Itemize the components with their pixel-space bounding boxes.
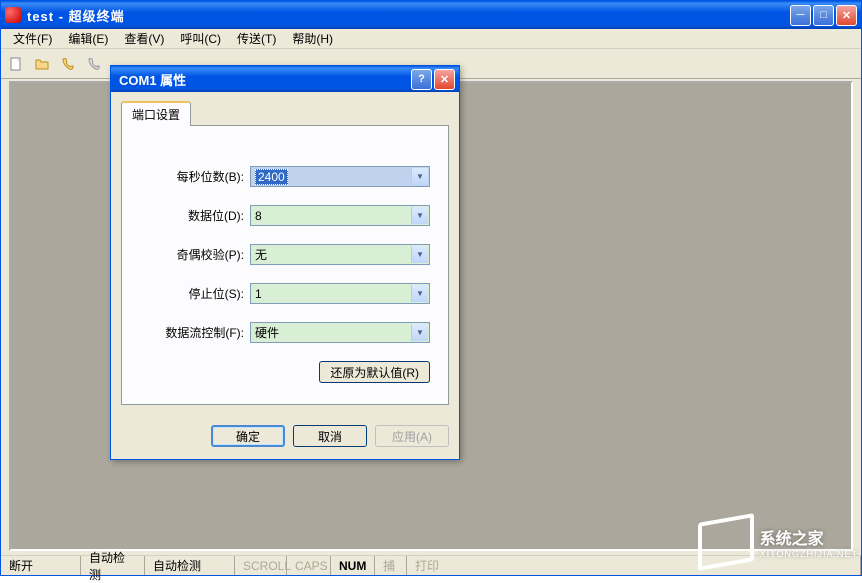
combo-databits[interactable]: 8 ▼ <box>250 205 430 226</box>
menu-help[interactable]: 帮助(H) <box>284 28 341 49</box>
combo-baud[interactable]: 2400 ▼ <box>250 166 430 187</box>
combo-parity[interactable]: 无 ▼ <box>250 244 430 265</box>
tab-panel: 每秒位数(B): 2400 ▼ 数据位(D): 8 ▼ 奇偶校验(P): 无 ▼ <box>121 125 449 405</box>
dialog-titlebar: COM1 属性 ? ✕ <box>111 66 459 92</box>
label-baud: 每秒位数(B): <box>140 168 250 185</box>
watermark: 系统之家 XITONGZHIJIA.NET <box>698 518 858 566</box>
new-file-icon[interactable] <box>5 53 27 75</box>
combo-flow[interactable]: 硬件 ▼ <box>250 322 430 343</box>
tab-strip: 端口设置 <box>121 100 449 125</box>
label-parity: 奇偶校验(P): <box>140 246 250 263</box>
row-flow: 数据流控制(F): 硬件 ▼ <box>140 322 430 343</box>
dialog-body: 端口设置 每秒位数(B): 2400 ▼ 数据位(D): 8 ▼ 奇偶校验(P)… <box>111 92 459 415</box>
dialog-close-button[interactable]: ✕ <box>434 69 455 90</box>
status-detect2: 自动检测 <box>145 556 235 575</box>
watermark-text: 系统之家 XITONGZHIJIA.NET <box>760 525 858 559</box>
combo-stopbits[interactable]: 1 ▼ <box>250 283 430 304</box>
dialog-title: COM1 属性 <box>115 70 411 89</box>
chevron-down-icon: ▼ <box>411 246 428 263</box>
combo-parity-value: 无 <box>255 246 267 263</box>
phone-icon[interactable] <box>57 53 79 75</box>
status-detect1: 自动检测 <box>81 556 145 575</box>
menu-view[interactable]: 查看(V) <box>116 28 172 49</box>
label-flow: 数据流控制(F): <box>140 324 250 341</box>
chevron-down-icon: ▼ <box>411 285 428 302</box>
row-baud: 每秒位数(B): 2400 ▼ <box>140 166 430 187</box>
combo-stopbits-value: 1 <box>255 287 262 301</box>
open-file-icon[interactable] <box>31 53 53 75</box>
ok-button[interactable]: 确定 <box>211 425 285 447</box>
main-titlebar: test - 超级终端 ─ □ ✕ <box>1 1 861 29</box>
chevron-down-icon: ▼ <box>411 207 428 224</box>
restore-row: 还原为默认值(R) <box>140 361 430 383</box>
menu-call[interactable]: 呼叫(C) <box>172 28 229 49</box>
hangup-icon[interactable] <box>83 53 105 75</box>
minimize-button[interactable]: ─ <box>790 5 811 26</box>
status-capture: 捕 <box>375 556 407 575</box>
label-stopbits: 停止位(S): <box>140 285 250 302</box>
house-icon <box>698 518 752 566</box>
maximize-button[interactable]: □ <box>813 5 834 26</box>
combo-flow-value: 硬件 <box>255 324 279 341</box>
status-scroll: SCROLL <box>235 556 287 575</box>
window-controls: ─ □ ✕ <box>790 5 857 26</box>
apply-button[interactable]: 应用(A) <box>375 425 449 447</box>
status-num: NUM <box>331 556 375 575</box>
menubar: 文件(F) 编辑(E) 查看(V) 呼叫(C) 传送(T) 帮助(H) <box>1 29 861 49</box>
watermark-sub: XITONGZHIJIA.NET <box>760 549 858 559</box>
window-title: test - 超级终端 <box>27 6 790 25</box>
app-icon <box>5 7 21 23</box>
close-button[interactable]: ✕ <box>836 5 857 26</box>
cancel-button[interactable]: 取消 <box>293 425 367 447</box>
help-button[interactable]: ? <box>411 69 432 90</box>
dialog-actions: 确定 取消 应用(A) <box>111 415 459 459</box>
row-databits: 数据位(D): 8 ▼ <box>140 205 430 226</box>
restore-defaults-button[interactable]: 还原为默认值(R) <box>319 361 430 383</box>
combo-databits-value: 8 <box>255 209 262 223</box>
label-databits: 数据位(D): <box>140 207 250 224</box>
menu-edit[interactable]: 编辑(E) <box>60 28 116 49</box>
com-properties-dialog: COM1 属性 ? ✕ 端口设置 每秒位数(B): 2400 ▼ 数据位(D):… <box>110 65 460 460</box>
row-stopbits: 停止位(S): 1 ▼ <box>140 283 430 304</box>
menu-file[interactable]: 文件(F) <box>5 28 60 49</box>
chevron-down-icon: ▼ <box>411 324 428 341</box>
tab-port-settings[interactable]: 端口设置 <box>121 101 191 126</box>
watermark-title: 系统之家 <box>760 525 858 549</box>
status-caps: CAPS <box>287 556 331 575</box>
status-connection: 断开 <box>1 556 81 575</box>
row-parity: 奇偶校验(P): 无 ▼ <box>140 244 430 265</box>
chevron-down-icon: ▼ <box>411 168 428 185</box>
menu-transfer[interactable]: 传送(T) <box>229 28 284 49</box>
combo-baud-value: 2400 <box>255 169 288 185</box>
